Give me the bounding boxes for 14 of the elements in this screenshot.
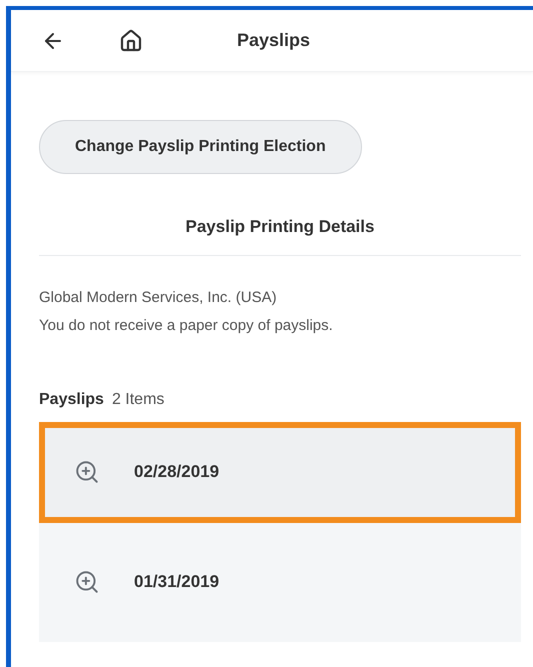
payslip-date: 02/28/2019 bbox=[134, 461, 220, 484]
payslip-row[interactable]: 02/28/2019 bbox=[39, 422, 521, 522]
section-heading: Payslip Printing Details bbox=[186, 216, 374, 238]
page-title: Payslips bbox=[237, 29, 310, 52]
change-election-button[interactable]: Change Payslip Printing Election bbox=[39, 120, 362, 174]
payslip-date: 01/31/2019 bbox=[134, 571, 220, 594]
detail-text: Global Modern Services, Inc. (USA) bbox=[39, 288, 278, 308]
list-label: Payslips bbox=[39, 390, 104, 410]
zoom-in-icon bbox=[74, 459, 100, 485]
item-count: 2 Items bbox=[112, 390, 164, 410]
detail-text: You do not receive a paper copy of payslips. bbox=[39, 316, 334, 336]
payslip-row[interactable]: 01/31/2019 bbox=[39, 522, 521, 642]
home-icon bbox=[119, 28, 143, 52]
zoom-in-icon bbox=[74, 569, 100, 595]
